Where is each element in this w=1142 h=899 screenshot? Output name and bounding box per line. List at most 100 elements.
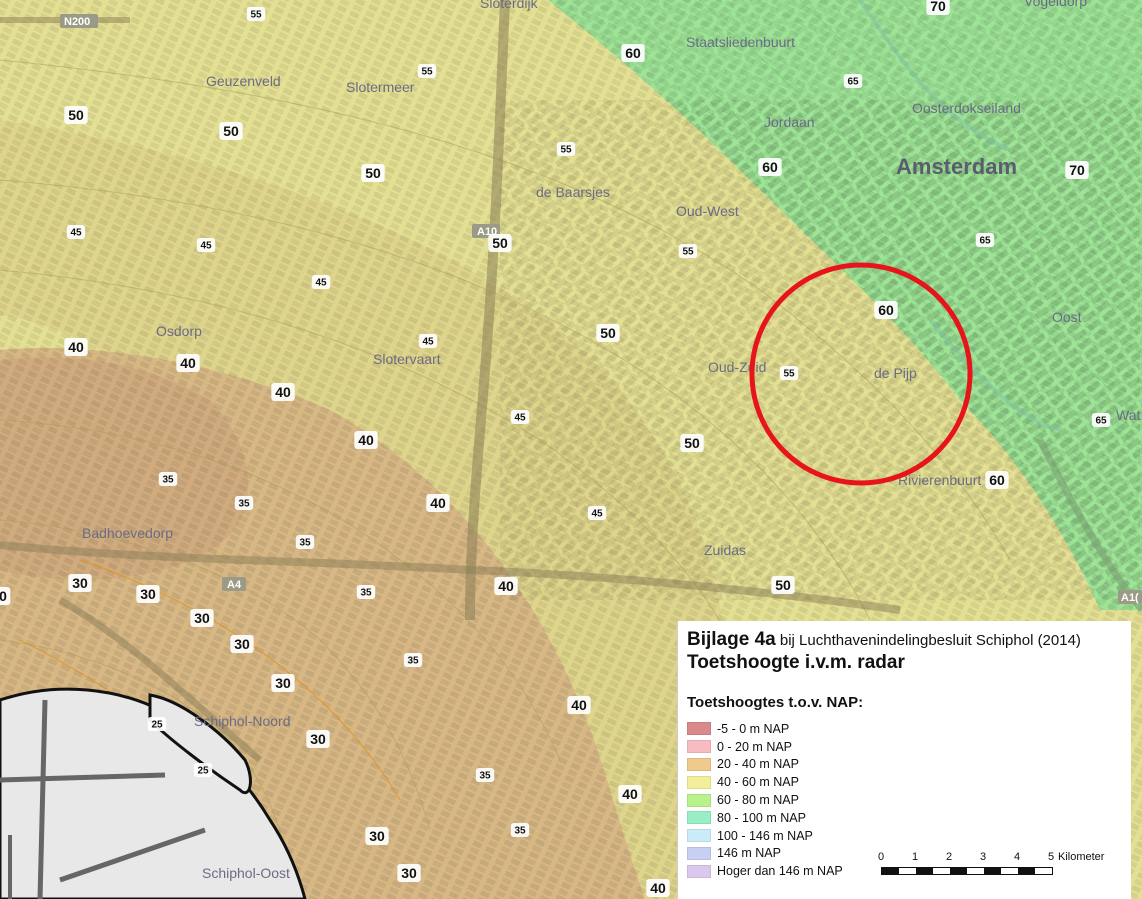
legend-title-sub: bij Luchthavenindelingbesluit Schiphol (… bbox=[775, 632, 1081, 649]
legend-swatch bbox=[687, 846, 711, 860]
contour-label-l65b: 65 bbox=[979, 236, 991, 247]
legend-item: 0 - 20 m NAP bbox=[687, 738, 843, 756]
legend-item-label: 80 - 100 m NAP bbox=[717, 810, 806, 825]
contour-label-l30a: 30 bbox=[72, 575, 88, 591]
contour-label-l35f: 35 bbox=[479, 771, 491, 782]
contour-label-l60a: 60 bbox=[625, 45, 641, 61]
legend-item: 80 - 100 m NAP bbox=[687, 809, 843, 827]
contour-label-l0: 0 bbox=[0, 588, 7, 604]
road-a10-east: A1( bbox=[1121, 592, 1139, 604]
legend-item: 20 - 40 m NAP bbox=[687, 756, 843, 774]
label-slotermeer: Slotermeer bbox=[346, 79, 415, 95]
legend-item-label: 40 - 60 m NAP bbox=[717, 775, 799, 790]
scale-tick-label: 5 bbox=[1048, 851, 1055, 863]
contour-label-l30c: 30 bbox=[194, 610, 210, 626]
contour-label-l55d: 55 bbox=[682, 247, 694, 258]
legend-title-line2: Toetshoogte i.v.m. radar bbox=[687, 652, 905, 673]
legend-items: -5 - 0 m NAP 0 - 20 m NAP 20 - 40 m NAP 40 … bbox=[687, 720, 843, 880]
label-sloterdijk: Sloterdijk bbox=[480, 0, 539, 11]
legend-heading: Toetshoogtes t.o.v. NAP: bbox=[687, 694, 864, 711]
contour-label-l45b: 45 bbox=[200, 241, 212, 252]
contour-label-l35g: 35 bbox=[514, 826, 526, 837]
legend-item-label: 20 - 40 m NAP bbox=[717, 757, 799, 772]
legend-swatch bbox=[687, 775, 711, 789]
legend-swatch bbox=[687, 722, 711, 736]
contour-label-l70a: 70 bbox=[930, 0, 946, 14]
legend-item: Hoger dan 146 m NAP bbox=[687, 862, 843, 880]
label-oud-west: Oud-West bbox=[676, 203, 739, 219]
contour-label-l40f: 40 bbox=[498, 578, 514, 594]
legend-item-label: -5 - 0 m NAP bbox=[717, 721, 790, 736]
contour-label-l70b: 70 bbox=[1069, 162, 1085, 178]
label-schiphol-noord: Schiphol-Noord bbox=[194, 713, 291, 729]
contour-label-l65a: 65 bbox=[847, 77, 859, 88]
scale-tick-label: 0 bbox=[878, 851, 885, 863]
label-osdorp: Osdorp bbox=[156, 323, 202, 339]
contour-label-l50a: 50 bbox=[68, 107, 84, 123]
legend-item-label: Hoger dan 146 m NAP bbox=[717, 864, 843, 879]
contour-label-l40e: 40 bbox=[430, 495, 446, 511]
contour-label-l35b: 35 bbox=[238, 499, 250, 510]
label-oost: Oost bbox=[1052, 309, 1082, 325]
contour-label-l30g: 30 bbox=[369, 828, 385, 844]
contour-label-l35c: 35 bbox=[299, 538, 311, 549]
legend-swatch bbox=[687, 740, 711, 754]
label-de-pijp: de Pijp bbox=[874, 365, 917, 381]
contour-label-l50f: 50 bbox=[684, 435, 700, 451]
legend-item: 100 - 146 m NAP bbox=[687, 827, 843, 845]
contour-label-l25b: 25 bbox=[197, 766, 209, 777]
contour-label-l50c: 50 bbox=[365, 165, 381, 181]
legend-swatch bbox=[687, 811, 711, 825]
contour-label-l30b: 30 bbox=[140, 586, 156, 602]
contour-label-l55c: 55 bbox=[560, 145, 572, 156]
label-jordaan: Jordaan bbox=[764, 114, 815, 130]
contour-label-l30h: 30 bbox=[401, 865, 417, 881]
label-schiphol-oost: Schiphol-Oost bbox=[202, 865, 290, 881]
legend-swatch bbox=[687, 793, 711, 807]
scale-bar-graphic bbox=[881, 867, 1053, 875]
contour-label-l45c: 45 bbox=[315, 278, 327, 289]
label-zuidas: Zuidas bbox=[704, 542, 746, 558]
legend-title: Bijlage 4a bij Luchthavenindelingbesluit… bbox=[687, 629, 1081, 651]
contour-label-l45f: 45 bbox=[591, 509, 603, 520]
contour-label-l55a: 55 bbox=[250, 10, 262, 21]
legend-item: -5 - 0 m NAP bbox=[687, 720, 843, 738]
road-a4: A4 bbox=[227, 579, 242, 591]
contour-label-l30d: 30 bbox=[234, 636, 250, 652]
contour-label-l45a: 45 bbox=[70, 228, 82, 239]
contour-label-l30e: 30 bbox=[275, 675, 291, 691]
contour-label-l50g: 50 bbox=[775, 577, 791, 593]
contour-label-l60d: 60 bbox=[989, 472, 1005, 488]
contour-label-l35e: 35 bbox=[407, 656, 419, 667]
contour-label-l30f: 30 bbox=[310, 731, 326, 747]
scale-tick-label: 3 bbox=[980, 851, 987, 863]
contour-label-l40b: 40 bbox=[180, 355, 196, 371]
label-de-baarsjes: de Baarsjes bbox=[536, 184, 610, 200]
scale-unit: Kilometer bbox=[1058, 851, 1105, 863]
contour-label-l40a: 40 bbox=[68, 339, 84, 355]
legend-item-label: 146 m NAP bbox=[717, 846, 781, 861]
contour-label-l60b: 60 bbox=[762, 159, 778, 175]
road-n200: N200 bbox=[64, 16, 90, 28]
label-vogeldorp: Vogeldorp bbox=[1024, 0, 1087, 9]
contour-label-l40d: 40 bbox=[358, 432, 374, 448]
contour-label-l40g: 40 bbox=[571, 697, 587, 713]
label-staatsliedenbuurt: Staatsliedenbuurt bbox=[686, 34, 795, 50]
contour-label-l60c: 60 bbox=[878, 302, 894, 318]
label-geuzenveld: Geuzenveld bbox=[206, 73, 281, 89]
contour-label-l50b: 50 bbox=[223, 123, 239, 139]
contour-label-l55e: 55 bbox=[783, 369, 795, 380]
legend-item: 60 - 80 m NAP bbox=[687, 791, 843, 809]
contour-label-l45e: 45 bbox=[514, 413, 526, 424]
legend-item-label: 0 - 20 m NAP bbox=[717, 739, 793, 754]
contour-label-l50d: 50 bbox=[492, 235, 508, 251]
contour-label-l35d: 35 bbox=[360, 588, 372, 599]
label-badhoevedorp: Badhoevedorp bbox=[82, 525, 173, 541]
legend-panel: Bijlage 4a bij Luchthavenindelingbesluit… bbox=[677, 621, 1131, 899]
label-amsterdam: Amsterdam bbox=[896, 154, 1017, 179]
legend-swatch bbox=[687, 829, 711, 843]
contour-label-l40i: 40 bbox=[650, 880, 666, 896]
legend-swatch bbox=[687, 864, 711, 878]
scale-bar: 0 1 2 3 4 5 Kilometer bbox=[878, 851, 1128, 891]
label-oosterdokseiland: Oosterdokseiland bbox=[912, 100, 1021, 116]
